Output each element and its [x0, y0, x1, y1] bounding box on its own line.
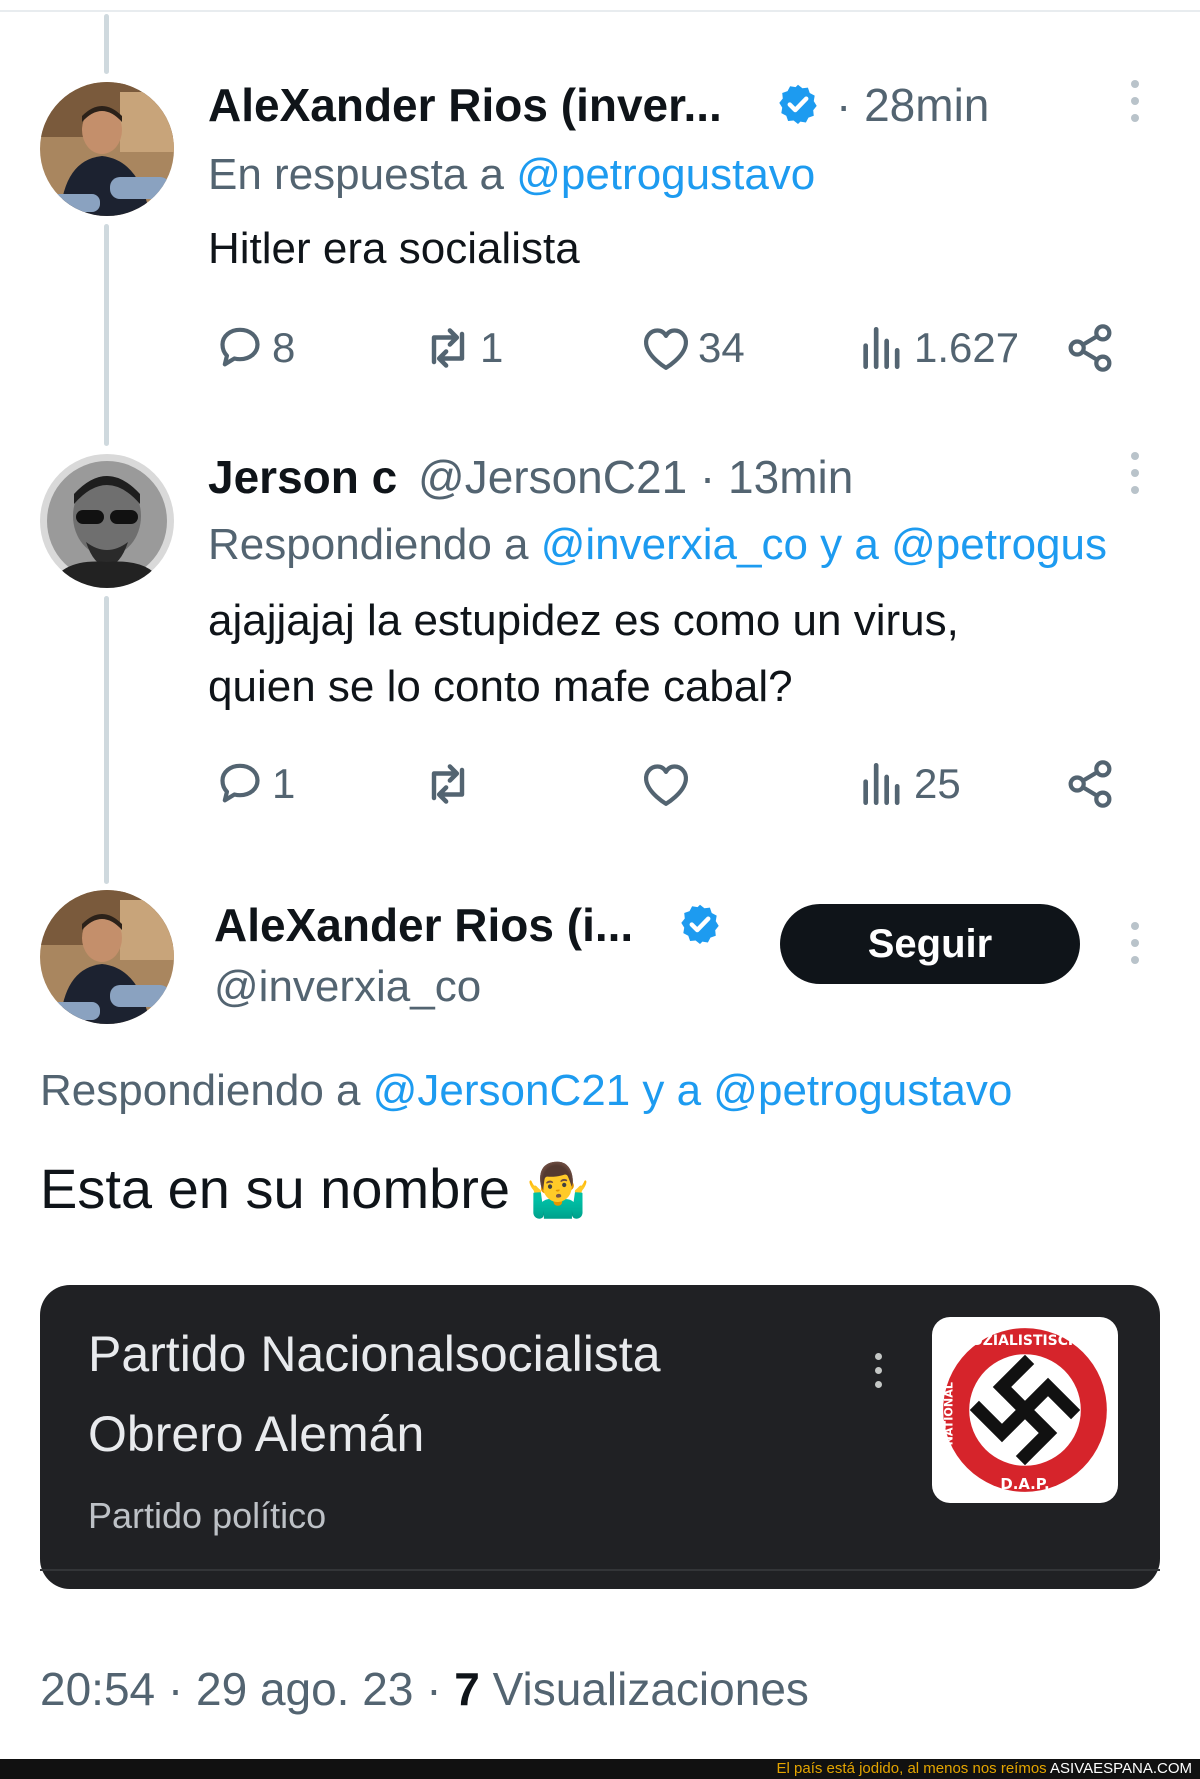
- top-divider: [0, 10, 1200, 12]
- knowledge-card[interactable]: Partido Nacionalsocialista Obrero Alemán…: [40, 1285, 1160, 1589]
- svg-text:D.A.P.: D.A.P.: [1000, 1475, 1049, 1493]
- avatar-photo: [40, 454, 174, 588]
- share-icon: [1068, 760, 1112, 808]
- reply-icon: [220, 763, 260, 803]
- tweet-text: Hitler era socialista: [208, 224, 580, 273]
- watermark-tagline: El país está jodido, al menos nos reímos: [776, 1760, 1047, 1777]
- views-button[interactable]: 25: [854, 756, 961, 812]
- card-subtitle: Partido político: [88, 1495, 327, 1536]
- avatar[interactable]: [40, 454, 174, 588]
- views-label[interactable]: Visualizaciones: [493, 1663, 809, 1715]
- views-chart-icon: [863, 763, 900, 805]
- reply-prefix: Respondiendo a: [40, 1066, 361, 1115]
- views-count: 25: [914, 760, 961, 807]
- heart-icon: [644, 328, 688, 370]
- user-handle[interactable]: @inverxia_co: [214, 962, 481, 1012]
- tweet-text-line-2: quien se lo conto mafe cabal?: [208, 662, 793, 711]
- verified-badge-icon: [779, 84, 817, 124]
- thread-line: [104, 224, 109, 446]
- share-icon: [1068, 324, 1112, 372]
- avatar-photo: [40, 82, 174, 216]
- svg-text:SOZIALISTISCHE: SOZIALISTISCHE: [961, 1333, 1089, 1349]
- like-button[interactable]: 34: [638, 320, 745, 376]
- reply-handle-link[interactable]: @petrogustavo: [516, 150, 815, 199]
- share-button[interactable]: [1062, 756, 1122, 812]
- tweet-meta: 20:54 · 29 ago. 23 · 7 Visualizaciones: [40, 1662, 809, 1716]
- retweet-icon: [431, 328, 465, 368]
- retweet-icon: [431, 764, 465, 804]
- retweet-button[interactable]: [420, 756, 480, 812]
- party-logo: SOZIALISTISCHE D.A.P. NATIONAL: [932, 1317, 1118, 1503]
- views-chart-icon: [863, 327, 900, 369]
- reply-context: Respondiendo a @JersonC21 y a @petrogust…: [40, 1066, 1012, 1116]
- tweet-text-line-1: ajajjajaj la estupidez es como un virus,: [208, 596, 959, 645]
- like-count: 34: [698, 324, 745, 371]
- share-button[interactable]: [1062, 320, 1122, 376]
- reply-button[interactable]: 1: [212, 756, 295, 812]
- heart-icon: [644, 764, 688, 806]
- display-name[interactable]: Jerson c: [208, 450, 397, 504]
- display-name[interactable]: AleXander Rios (inver...: [208, 78, 722, 132]
- watermark-bar: El país está jodido, al menos nos reímos…: [0, 1759, 1200, 1779]
- avatar[interactable]: [40, 82, 174, 216]
- thread-line: [104, 596, 109, 884]
- retweet-count: 1: [480, 324, 504, 371]
- reply-handles-link[interactable]: @inverxia_co y a @petrogus: [541, 520, 1107, 569]
- reply-icon: [220, 327, 260, 367]
- party-logo-emblem: SOZIALISTISCHE D.A.P. NATIONAL: [942, 1328, 1107, 1493]
- tweet-time[interactable]: · 28min: [836, 78, 989, 132]
- tweet-text: Esta en su nombre 🤷‍♂️: [40, 1156, 590, 1221]
- card-more-options-icon[interactable]: [872, 1353, 884, 1397]
- timestamp[interactable]: 20:54 · 29 ago. 23 ·: [40, 1663, 442, 1715]
- card-divider: [40, 1569, 1160, 1571]
- shrug-emoji: 🤷‍♂️: [525, 1162, 591, 1220]
- verified-badge-icon: [681, 904, 719, 944]
- avatar[interactable]: [40, 890, 174, 1024]
- views-count: 1.627: [914, 324, 1020, 371]
- watermark-brand: ASIVAESPANA.COM: [1050, 1760, 1192, 1777]
- follow-button[interactable]: Seguir: [780, 904, 1080, 984]
- reply-context: Respondiendo a @inverxia_co y a @petrogu…: [208, 520, 1107, 570]
- reply-prefix: Respondiendo a: [208, 520, 529, 569]
- more-options-icon[interactable]: [1128, 922, 1142, 972]
- handle-and-time[interactable]: @JersonC21 · 13min: [418, 450, 853, 504]
- like-button[interactable]: [638, 756, 698, 812]
- tweet-text-body: Esta en su nombre: [40, 1157, 511, 1220]
- reply-handles-link[interactable]: @JersonC21 y a @petrogustavo: [373, 1066, 1013, 1115]
- reply-count: 1: [272, 760, 296, 807]
- views-button[interactable]: 1.627: [854, 320, 1019, 376]
- svg-text:NATIONAL: NATIONAL: [942, 1382, 955, 1445]
- card-title-line-1: Partido Nacionalsocialista: [88, 1326, 661, 1382]
- reply-prefix: En respuesta a: [208, 150, 504, 199]
- reply-context: En respuesta a @petrogustavo: [208, 150, 815, 200]
- reply-button[interactable]: 8: [212, 320, 295, 376]
- more-options-icon[interactable]: [1128, 452, 1142, 502]
- thread-line: [104, 14, 109, 74]
- display-name[interactable]: AleXander Rios (i...: [214, 898, 633, 952]
- more-options-icon[interactable]: [1128, 80, 1142, 130]
- avatar-photo: [40, 890, 174, 1024]
- card-title-line-2: Obrero Alemán: [88, 1406, 425, 1462]
- retweet-button[interactable]: 1: [420, 320, 503, 376]
- watermark-text: El país está jodido, al menos nos reímos…: [777, 1760, 1192, 1778]
- views-count: 7: [454, 1663, 480, 1715]
- reply-count: 8: [272, 324, 296, 371]
